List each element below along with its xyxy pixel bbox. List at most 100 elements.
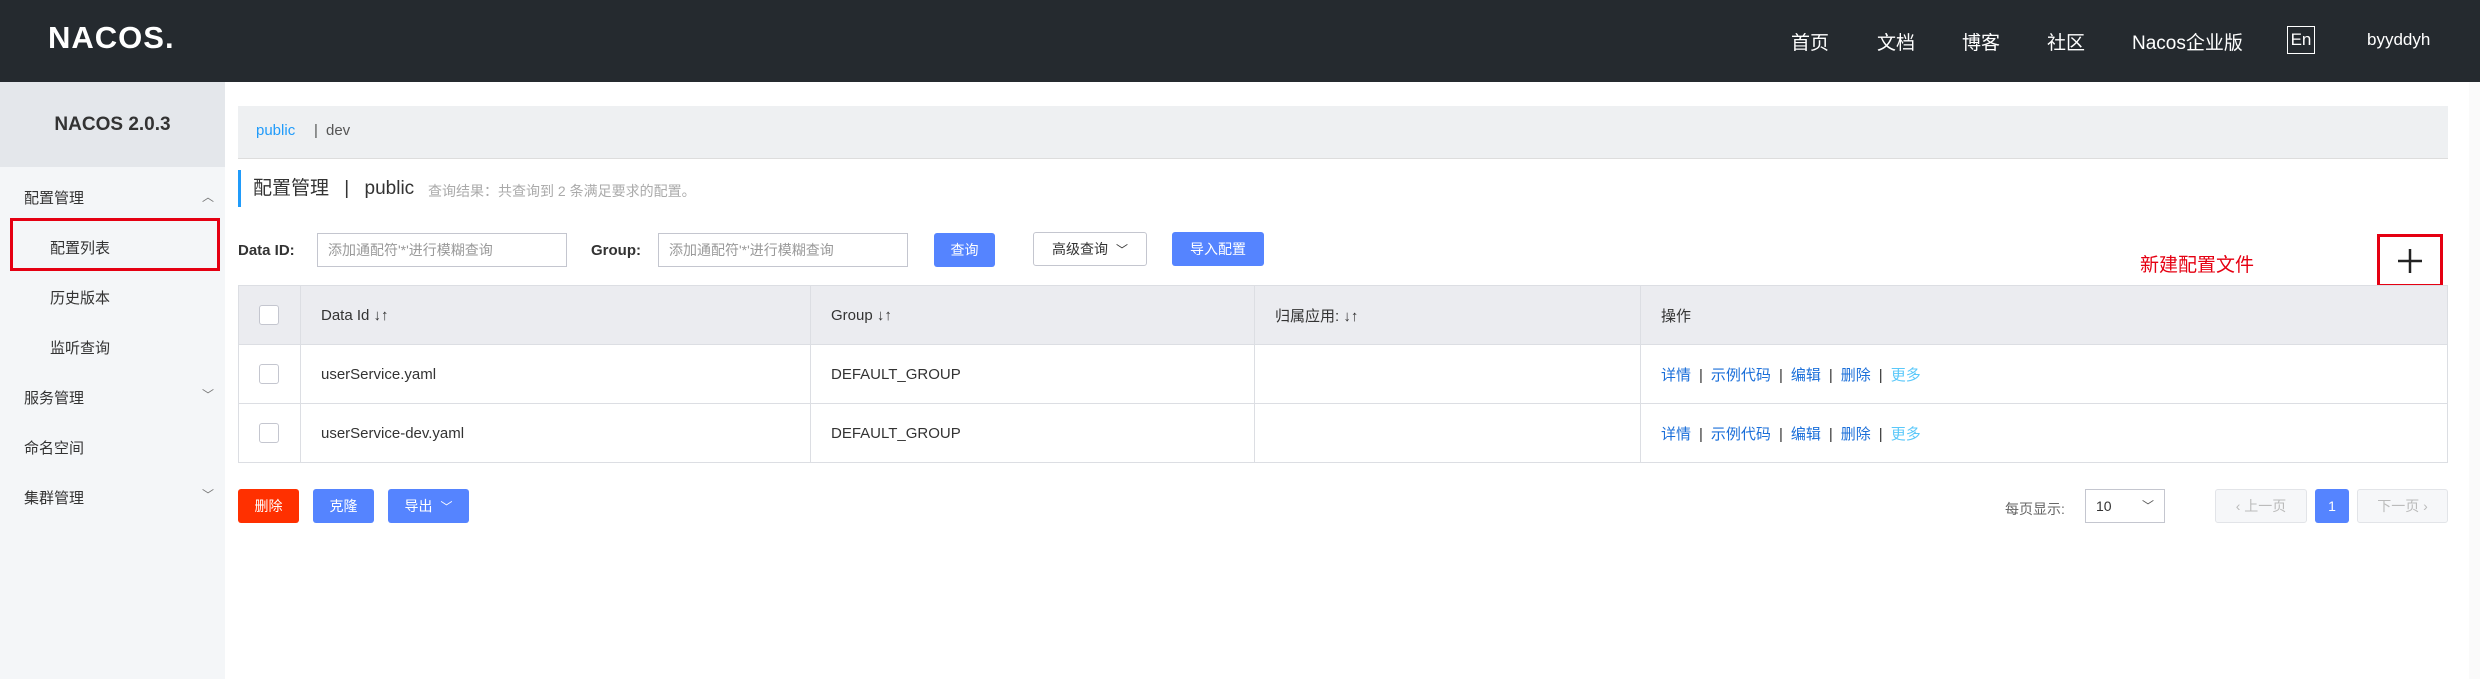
breadcrumb-separator: | [314,122,318,139]
app-cell [1254,344,1641,404]
version-title: NACOS 2.0.3 [0,82,225,167]
op-sep: | [1699,366,1703,384]
group-cell: DEFAULT_GROUP [810,403,1255,463]
op-sample-code-link[interactable]: 示例代码 [1711,367,1771,384]
chevron-down-icon[interactable]: ﹀ [202,486,214,503]
header-dataid[interactable]: Data Id ↓↑ [300,285,811,345]
query-result-text: 查询结果：共查询到 2 条满足要求的配置。 [428,183,696,199]
page-title-main: 配置管理 [253,178,330,199]
chevron-down-icon: ﹀ [1115,243,1128,257]
op-sep: | [1699,425,1703,443]
op-edit-link[interactable]: 编辑 [1791,426,1821,443]
sidebar-item-namespace[interactable]: 命名空间 [24,437,84,458]
op-more-link[interactable]: 更多 [1891,367,1921,384]
namespace-public[interactable]: public [256,122,295,139]
op-more-link[interactable]: 更多 [1891,426,1921,443]
nav-enterprise[interactable]: Nacos企业版 [2132,28,2243,55]
header-ops: 操作 [1640,285,2448,345]
export-button[interactable]: 导出 ﹀ [388,489,469,523]
username[interactable]: byyddyh [2367,30,2430,50]
chevron-down-icon: ﹀ [440,500,453,514]
chevron-down-icon[interactable]: ﹀ [202,386,214,403]
table-row: userService.yaml DEFAULT_GROUP 详情 | 示例代码 | 编… [238,344,2448,404]
nav-home[interactable]: 首页 [1791,28,1829,55]
sidebar-item-config-management[interactable]: 配置管理 [24,187,84,208]
select-all-checkbox[interactable] [259,305,279,325]
row-checkbox[interactable] [259,364,279,384]
op-edit-link[interactable]: 编辑 [1791,367,1821,384]
page-title-sep: | [344,178,350,199]
op-delete-link[interactable]: 删除 [1841,367,1871,384]
row-select-cell [238,403,301,463]
clone-button[interactable]: 克隆 [313,489,374,523]
op-detail-link[interactable]: 详情 [1661,367,1691,384]
header-ops-label: 操作 [1661,307,1692,325]
highlight-box [10,218,220,271]
namespace-dev[interactable]: dev [326,122,350,139]
header-group[interactable]: Group ↓↑ [810,285,1255,345]
nav-docs[interactable]: 文档 [1877,28,1915,55]
dataid-label: Data ID: [238,242,295,259]
table-header-row: Data Id ↓↑ Group ↓↑ 归属应用: ↓↑ 操作 [238,285,2448,345]
nacos-logo[interactable]: NACOS. [48,20,175,56]
row-select-cell [238,344,301,404]
import-config-button[interactable]: 导入配置 [1172,232,1264,266]
op-sep: | [1828,425,1833,443]
annotation-text: 新建配置文件 [2140,255,2255,276]
group-input[interactable]: 添加通配符'*'进行模糊查询 [658,233,908,267]
next-page-label: 下一页 [2377,498,2420,514]
language-switch-button[interactable]: En [2287,26,2315,54]
pagesize-select[interactable]: 10 ﹀ [2085,489,2165,523]
plus-icon [2398,248,2422,273]
query-button[interactable]: 查询 [934,233,995,267]
config-table: Data Id ↓↑ Group ↓↑ 归属应用: ↓↑ 操作 userServ… [238,285,2448,463]
op-delete-link[interactable]: 删除 [1841,426,1871,443]
op-detail-link[interactable]: 详情 [1661,426,1691,443]
op-sep: | [1778,425,1783,443]
chevron-right-icon: › [2423,498,2428,514]
page-1-button[interactable]: 1 [2315,489,2349,523]
top-navbar: NACOS. 首页 文档 博客 社区 Nacos企业版 En byyddyh [0,0,2480,82]
op-sep: | [1878,366,1883,384]
header-app[interactable]: 归属应用: ↓↑ [1254,285,1641,345]
sort-icon[interactable]: ↓↑ [1343,308,1358,325]
sidebar-item-service-management[interactable]: 服务管理 [24,387,84,408]
advanced-query-label: 高级查询 [1052,241,1109,257]
select-all-cell [238,285,301,345]
sort-icon[interactable]: ↓↑ [374,307,389,324]
advanced-query-button[interactable]: 高级查询 ﹀ [1033,232,1147,266]
op-sep: | [1828,366,1833,384]
page-title: 配置管理 | public [238,170,414,207]
sidebar-item-listener-query[interactable]: 监听查询 [50,337,110,358]
nav-blog[interactable]: 博客 [1962,28,2000,55]
pagesize-label: 每页显示: [2005,501,2065,517]
dataid-cell: userService.yaml [300,344,811,404]
table-row: userService-dev.yaml DEFAULT_GROUP 详情 | 示例… [238,403,2448,463]
batch-delete-button[interactable]: 删除 [238,489,299,523]
row-checkbox[interactable] [259,423,279,443]
chevron-up-icon[interactable]: ︿ [202,188,214,205]
dataid-input[interactable]: 添加通配符'*'进行模糊查询 [317,233,567,267]
ops-cell: 详情 | 示例代码 | 编辑 | 删除 | 更多 [1640,344,2448,404]
op-sep: | [1778,366,1783,384]
namespace-breadcrumb: public | dev [238,106,2448,159]
chevron-down-icon: ﹀ [2141,499,2154,513]
op-sample-code-link[interactable]: 示例代码 [1711,426,1771,443]
export-label: 导出 [404,498,433,514]
ops-cell: 详情 | 示例代码 | 编辑 | 删除 | 更多 [1640,403,2448,463]
header-dataid-label: Data Id [321,306,370,324]
app-cell [1254,403,1641,463]
page-title-namespace: public [364,178,415,199]
prev-page-label: 上一页 [2244,498,2287,514]
prev-page-button[interactable]: ‹ 上一页 [2215,489,2307,523]
nav-community[interactable]: 社区 [2047,28,2085,55]
dataid-cell: userService-dev.yaml [300,403,811,463]
next-page-button[interactable]: 下一页 › [2357,489,2448,523]
group-cell: DEFAULT_GROUP [810,344,1255,404]
sidebar-item-history[interactable]: 历史版本 [50,287,110,308]
scrollbar[interactable] [2469,82,2480,679]
create-config-button[interactable] [2377,234,2443,287]
sort-icon[interactable]: ↓↑ [877,307,892,324]
sidebar-item-cluster-management[interactable]: 集群管理 [24,487,84,508]
group-label: Group: [591,242,641,259]
